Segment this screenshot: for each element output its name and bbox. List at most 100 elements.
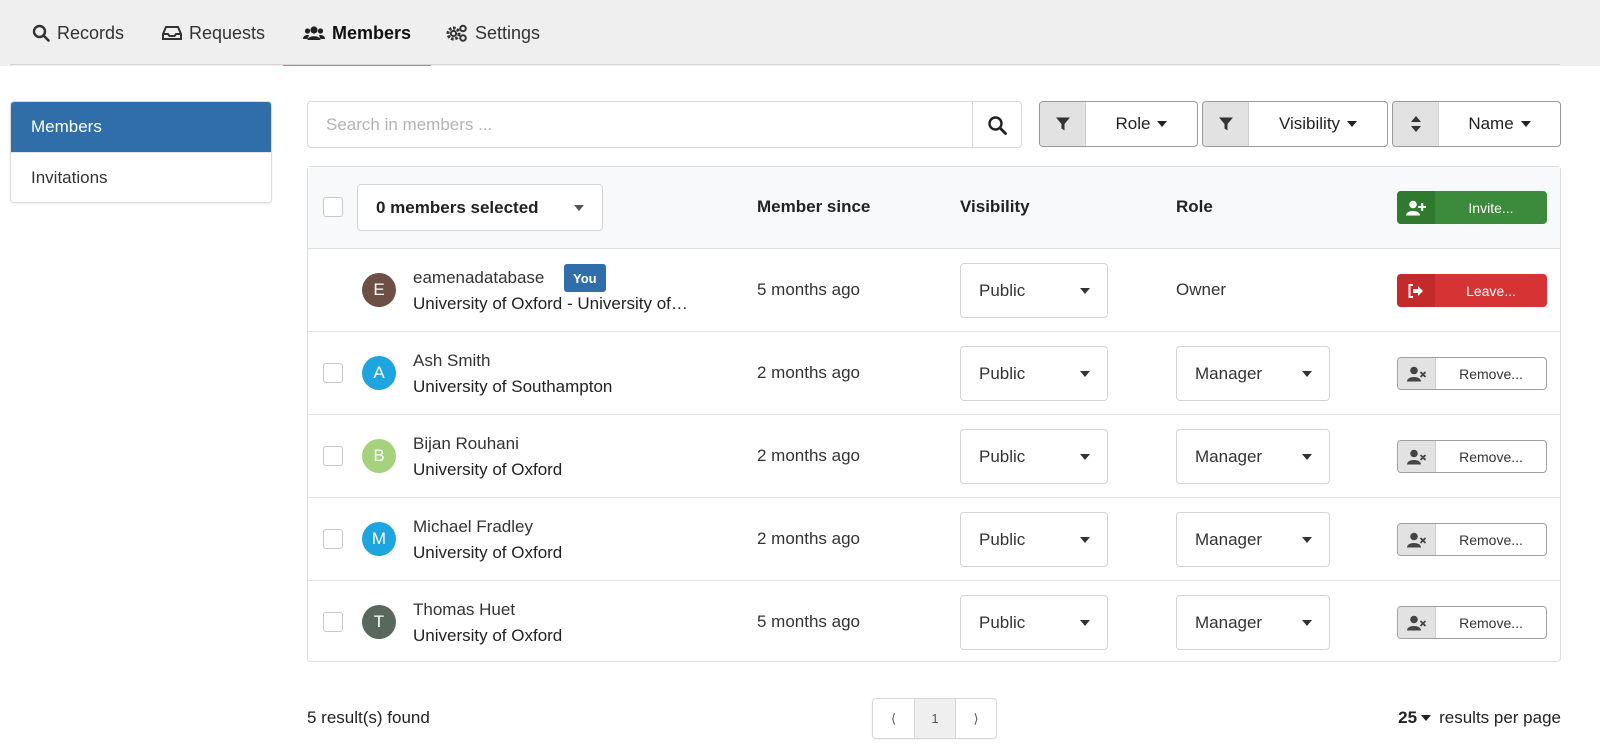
role-dropdown[interactable]: Manager — [1176, 429, 1330, 484]
per-page-dropdown[interactable]: 25 — [1398, 708, 1439, 728]
role-filter-label: Role — [1086, 102, 1197, 146]
remove-button[interactable]: Remove... — [1397, 606, 1547, 639]
tab-requests[interactable]: Requests — [162, 0, 265, 66]
caret-down-icon — [1080, 371, 1090, 377]
filter-icon — [1203, 102, 1249, 146]
visibility-filter-button[interactable]: Visibility — [1202, 101, 1388, 147]
tab-settings[interactable]: Settings — [446, 0, 540, 66]
caret-down-icon — [1080, 454, 1090, 460]
user-times-icon — [1398, 358, 1436, 389]
caret-down-icon — [1157, 121, 1168, 127]
caret-down-icon — [1302, 620, 1312, 626]
caret-down-icon — [1520, 121, 1531, 127]
visibility-dropdown[interactable]: Public — [960, 512, 1108, 567]
sort-icon — [1393, 102, 1439, 146]
caret-down-icon — [1302, 537, 1312, 543]
row-checkbox[interactable] — [323, 612, 343, 632]
next-page-button[interactable]: ⟩ — [955, 699, 996, 738]
results-per-page: 25 results per page — [1398, 708, 1561, 728]
search-button[interactable] — [972, 102, 1021, 147]
filter-icon — [1040, 102, 1086, 146]
row-checkbox[interactable] — [323, 363, 343, 383]
sort-label: Name — [1439, 102, 1560, 146]
caret-down-icon — [1080, 288, 1090, 294]
role-dropdown[interactable]: Manager — [1176, 512, 1330, 567]
row-checkbox[interactable] — [323, 529, 343, 549]
previous-page-button[interactable]: ⟨ — [873, 699, 914, 738]
results-count: 5 result(s) found — [307, 708, 430, 727]
role-header[interactable]: Role — [1176, 197, 1213, 217]
visibility-dropdown[interactable]: Public — [960, 429, 1108, 484]
member-affiliation: University of Oxford — [413, 460, 563, 479]
pagination: ⟨ 1 ⟩ — [872, 698, 997, 739]
tab-label: Requests — [189, 22, 266, 43]
row-checkbox[interactable] — [323, 446, 343, 466]
tab-label: Settings — [475, 22, 541, 43]
member-affiliation: University of Oxford — [413, 543, 563, 562]
table-header: 0 members selected Member since Visibili… — [308, 167, 1560, 249]
role-dropdown[interactable]: Manager — [1176, 595, 1330, 650]
member-name[interactable]: Bijan Rouhani — [413, 434, 519, 454]
visibility-filter-label: Visibility — [1249, 102, 1387, 146]
member-since: 2 months ago — [757, 529, 861, 548]
bulk-selection-dropdown[interactable]: 0 members selected — [357, 184, 603, 231]
tab-bar-divider — [10, 64, 1560, 65]
tab-records[interactable]: Records — [32, 0, 124, 66]
member-name[interactable]: Michael Fradley — [413, 517, 533, 537]
caret-down-icon — [1080, 537, 1090, 543]
visibility-dropdown[interactable]: Public — [960, 595, 1108, 650]
avatar: T — [362, 605, 396, 639]
gears-icon — [446, 24, 467, 42]
search-icon — [32, 24, 50, 42]
remove-button[interactable]: Remove... — [1397, 523, 1547, 556]
top-tab-bar: Records Requests Members Settings — [0, 0, 1600, 66]
caret-down-icon — [1302, 454, 1312, 460]
members-table: 0 members selected Member since Visibili… — [307, 166, 1561, 662]
sort-button[interactable]: Name — [1392, 101, 1561, 147]
avatar: A — [362, 356, 396, 390]
table-row: T Thomas Huet University of Oxford 5 mon… — [308, 581, 1560, 664]
member-since: 5 months ago — [757, 280, 861, 299]
tab-members[interactable]: Members — [282, 0, 432, 66]
leave-button[interactable]: Leave... — [1397, 274, 1547, 307]
search-box — [307, 101, 1022, 148]
sidebar-item-invitations[interactable]: Invitations — [11, 152, 271, 202]
sidebar-menu: Members Invitations — [10, 101, 272, 203]
member-since: 5 months ago — [757, 612, 861, 631]
user-times-icon — [1398, 441, 1436, 472]
member-affiliation: University of Southampton — [413, 377, 613, 396]
sidebar-item-members[interactable]: Members — [11, 102, 271, 152]
tab-label: Members — [332, 22, 412, 43]
member-since: 2 months ago — [757, 446, 861, 465]
caret-down-icon — [1080, 620, 1090, 626]
user-times-icon — [1398, 607, 1436, 638]
remove-button[interactable]: Remove... — [1397, 357, 1547, 390]
caret-down-icon — [1302, 371, 1312, 377]
role-filter-button[interactable]: Role — [1039, 101, 1198, 147]
member-affiliation: University of Oxford - University of… — [413, 294, 688, 313]
table-row: A Ash Smith University of Southampton 2 … — [308, 332, 1560, 415]
member-name[interactable]: eamenadatabase — [413, 268, 544, 288]
sign-out-icon — [1397, 274, 1435, 307]
remove-button[interactable]: Remove... — [1397, 440, 1547, 473]
select-all-checkbox[interactable] — [323, 197, 343, 217]
tab-label: Records — [57, 22, 125, 43]
visibility-dropdown[interactable]: Public — [960, 346, 1108, 401]
member-since-header[interactable]: Member since — [757, 197, 870, 217]
role-dropdown[interactable]: Manager — [1176, 346, 1330, 401]
visibility-dropdown[interactable]: Public — [960, 263, 1108, 318]
users-icon — [303, 26, 325, 40]
invite-button[interactable]: Invite... — [1397, 191, 1547, 224]
table-row: M Michael Fradley University of Oxford 2… — [308, 498, 1560, 581]
page-1-button[interactable]: 1 — [914, 699, 955, 738]
visibility-header[interactable]: Visibility — [960, 197, 1030, 217]
search-input[interactable] — [308, 102, 972, 147]
avatar: M — [362, 522, 396, 556]
avatar: E — [362, 273, 396, 307]
member-name[interactable]: Ash Smith — [413, 351, 490, 371]
per-page-label: results per page — [1439, 708, 1561, 727]
user-plus-icon — [1397, 191, 1435, 224]
member-name[interactable]: Thomas Huet — [413, 600, 515, 620]
user-times-icon — [1398, 524, 1436, 555]
member-affiliation: University of Oxford — [413, 626, 563, 645]
